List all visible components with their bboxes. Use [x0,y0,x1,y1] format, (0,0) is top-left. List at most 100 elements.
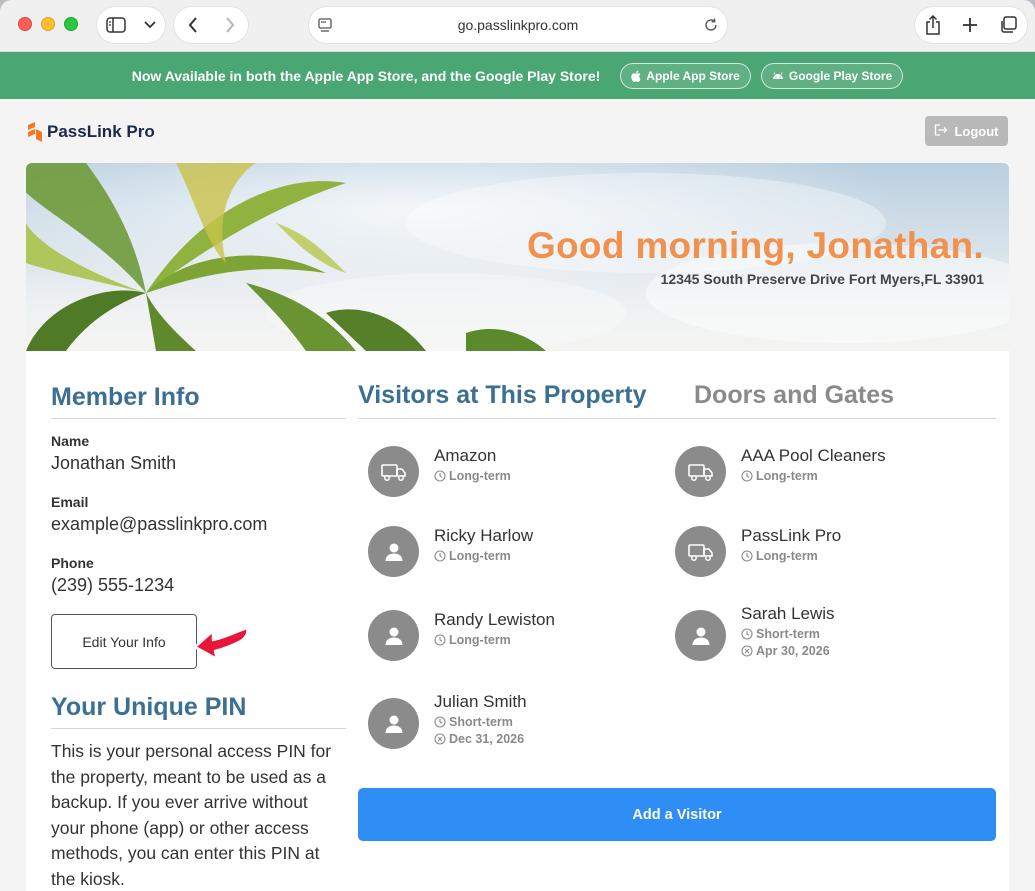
visitor-item[interactable]: Julian Smith Short-term Dec 31, 2026 [368,692,527,749]
name-value: Jonathan Smith [51,453,177,473]
clock-icon [434,470,446,482]
email-value: example@passlinkpro.com [51,514,268,534]
close-window-button[interactable] [18,17,32,31]
visitor-term: Long-term [434,549,533,563]
reload-icon[interactable] [703,17,719,38]
browser-toolbar: go.passlinkpro.com [0,0,1035,52]
visitor-term-label: Long-term [449,633,511,647]
visitor-term: Long-term [434,469,511,483]
logout-label: Logout [954,123,999,139]
hero-text-block: Good morning, Jonathan. 12345 South Pres… [527,225,984,287]
passlink-logo-icon [28,122,42,142]
visitor-item[interactable]: Sarah Lewis Short-term Apr 30, 2026 [675,604,835,661]
tab-visitors[interactable]: Visitors at This Property [358,381,647,410]
visitor-expiry-date: Dec 31, 2026 [449,732,525,746]
google-play-store-button[interactable]: Google Play Store [760,62,904,89]
unique-pin-heading: Your Unique PIN [51,693,346,729]
visitor-item[interactable]: PassLink Pro Long-term [675,526,841,577]
logout-button[interactable]: Logout [925,116,1008,146]
visitor-term-label: Long-term [449,549,511,563]
property-address: 12345 South Preserve Drive Fort Myers,FL… [660,271,984,287]
pin-description: This is your personal access PIN for the… [51,741,332,889]
chevron-down-icon[interactable] [144,21,156,29]
visitor-name: Julian Smith [434,692,527,711]
browser-window: go.passlinkpro.com Now Available in both… [0,0,1035,891]
banner-text: Now Available in both the Apple App Stor… [131,67,601,84]
visitor-expiry: Apr 30, 2026 [741,644,835,658]
browser-actions-group [915,7,1027,43]
passlink-logo[interactable]: PassLink Pro [26,122,155,142]
visitor-name: Sarah Lewis [741,604,835,623]
clock-icon [741,628,753,640]
visitor-item[interactable]: Ricky Harlow Long-term [368,526,533,577]
visitor-term-label: Long-term [756,549,818,563]
apple-app-store-button[interactable]: Apple App Store [620,62,751,89]
visitor-name: AAA Pool Cleaners [741,446,886,465]
apple-icon [631,70,641,82]
clock-icon [741,550,753,562]
phone-value: (239) 555-1234 [51,575,175,595]
greeting-heading: Good morning, Jonathan. [526,225,984,266]
phone-label: Phone [51,555,94,571]
visitor-name: Amazon [434,446,497,465]
clock-icon [434,716,446,728]
property-tabs: Visitors at This Property Doors and Gate… [358,379,996,419]
visitor-term-label: Short-term [756,627,820,641]
person-icon [675,610,726,661]
expiry-x-icon [434,733,446,745]
email-label: Email [51,494,89,510]
clock-icon [434,550,446,562]
visitor-term: Long-term [741,549,841,563]
tab-overview-icon[interactable] [999,16,1017,34]
sidebar-toggle-group [97,7,165,43]
member-info-heading: Member Info [51,383,346,419]
truck-icon [368,446,419,497]
person-icon [368,526,419,577]
visitor-name: Randy Lewiston [434,610,555,629]
hero-banner: Good morning, Jonathan. 12345 South Pres… [26,163,1009,351]
brand-name: PassLink Pro [47,122,155,141]
person-icon [368,610,419,661]
person-icon [368,698,419,749]
visitor-expiry: Dec 31, 2026 [434,732,527,746]
minimize-window-button[interactable] [41,17,55,31]
dashboard-card: Good morning, Jonathan. 12345 South Pres… [26,163,1009,891]
new-tab-icon[interactable] [962,17,978,33]
name-label: Name [51,433,90,449]
truck-icon [675,446,726,497]
truck-icon [675,526,726,577]
sidebar-icon[interactable] [106,17,126,33]
back-icon[interactable] [188,17,198,33]
google-play-store-label: Google Play Store [788,68,893,83]
address-bar[interactable]: go.passlinkpro.com [309,7,727,43]
visitor-name: PassLink Pro [741,526,842,545]
visitor-term: Short-term [741,627,835,641]
clock-icon [741,470,753,482]
visitor-term-label: Long-term [756,469,818,483]
forward-icon[interactable] [225,17,235,33]
history-nav-group [174,7,248,43]
add-visitor-button[interactable]: Add a Visitor [358,788,996,841]
visitor-term: Short-term [434,715,527,729]
app-store-banner: Now Available in both the Apple App Stor… [0,52,1035,99]
visitor-expiry-date: Apr 30, 2026 [756,644,830,658]
zoom-window-button[interactable] [64,17,78,31]
visitor-name: Ricky Harlow [434,526,534,545]
visitor-item[interactable]: AAA Pool Cleaners Long-term [675,446,886,497]
share-icon[interactable] [925,15,941,35]
expiry-x-icon [741,645,753,657]
visitor-term-label: Short-term [449,715,513,729]
visitor-term: Long-term [741,469,886,483]
visitor-term-label: Long-term [449,469,511,483]
visitor-item[interactable]: Randy Lewiston Long-term [368,610,555,661]
tab-doors-and-gates[interactable]: Doors and Gates [694,381,894,410]
edit-info-button[interactable]: Edit Your Info [51,614,197,669]
visitor-term: Long-term [434,633,555,647]
android-icon [772,71,784,80]
annotation-arrow-icon [193,626,249,661]
clock-icon [434,634,446,646]
visitor-item[interactable]: Amazon Long-term [368,446,511,497]
apple-app-store-label: Apple App Store [646,68,740,83]
url-text: go.passlinkpro.com [457,17,579,33]
logout-icon [934,123,948,139]
